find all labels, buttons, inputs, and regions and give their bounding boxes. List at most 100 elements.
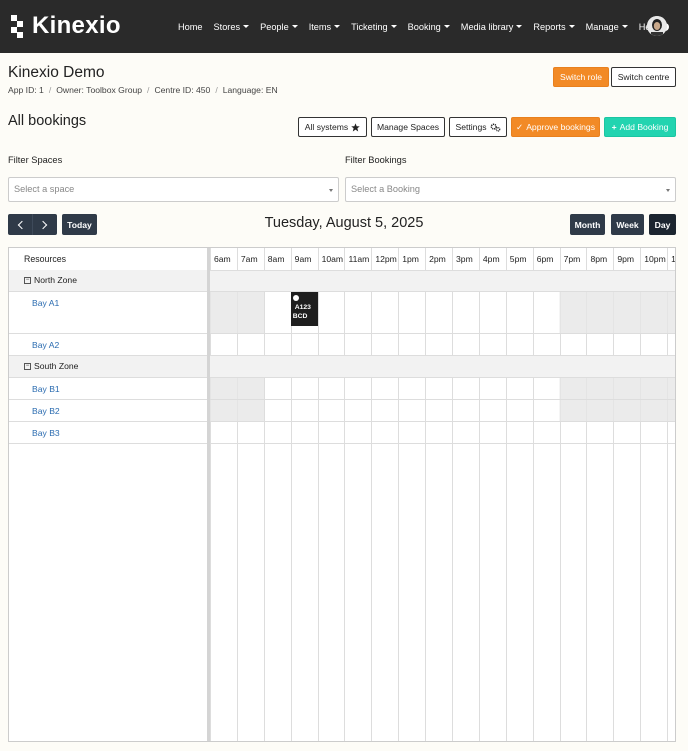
nav-item-label: Media library bbox=[460, 21, 514, 32]
time-slot-header: 5pm bbox=[505, 248, 533, 270]
time-slot-header: 9am bbox=[290, 248, 318, 270]
resource-group[interactable]: − South Zone bbox=[9, 356, 207, 378]
time-slot-header: 9pm bbox=[613, 248, 640, 270]
nav-item-label: Home bbox=[178, 21, 203, 32]
resources-header: Resources bbox=[9, 248, 207, 271]
booking-select-placeholder: Select a Booking bbox=[351, 184, 420, 194]
brand-logo[interactable]: Kinexio bbox=[11, 12, 121, 40]
resource-row: Bay B1 bbox=[9, 378, 207, 400]
all-systems-button[interactable]: All systems bbox=[298, 117, 367, 137]
timeline-row[interactable] bbox=[210, 400, 675, 422]
caret-down-icon bbox=[568, 25, 575, 28]
nav-item-label: Manage bbox=[585, 21, 619, 32]
switch-role-button[interactable]: Switch role bbox=[553, 67, 609, 87]
resource-row: Bay A2 bbox=[9, 334, 207, 356]
time-slot-header: 2pm bbox=[425, 248, 452, 270]
time-header: 6am 7am 8am 9am 10am 11am 12pm 1pm 2pm 3pm 4pm 5pm 6… bbox=[210, 248, 675, 271]
timeline: 6am 7am 8am 9am 10am 11am 12pm 1pm 2pm 3pm 4pm 5pm 6… bbox=[210, 248, 675, 741]
caret-down-icon bbox=[334, 25, 341, 28]
space-select[interactable]: Select a space bbox=[8, 177, 339, 202]
page-title: Kinexio Demo bbox=[8, 64, 105, 81]
event-status-dot bbox=[292, 295, 299, 301]
resource-label[interactable]: Bay B1 bbox=[32, 384, 60, 394]
time-slot-header: 3pm bbox=[452, 248, 479, 270]
caret-down-icon bbox=[390, 25, 397, 28]
space-select-placeholder: Select a space bbox=[14, 184, 75, 194]
booking-select[interactable]: Select a Booking bbox=[345, 177, 676, 202]
resource-label[interactable]: Bay B3 bbox=[32, 428, 60, 438]
nav-item-people[interactable]: People bbox=[260, 22, 298, 32]
timeline-row[interactable] bbox=[210, 422, 675, 444]
resource-row: Bay B3 bbox=[9, 422, 207, 444]
nav-item-items[interactable]: Items bbox=[309, 22, 341, 32]
plus-icon: + bbox=[611, 122, 617, 132]
nav-item-home[interactable]: Home bbox=[178, 22, 203, 32]
gears-icon bbox=[490, 123, 500, 132]
week-view-button[interactable]: Week bbox=[611, 214, 644, 235]
time-slot-header: 7am bbox=[236, 248, 264, 270]
user-avatar[interactable] bbox=[647, 16, 667, 36]
caret-down-icon bbox=[443, 25, 450, 28]
chevron-down-icon bbox=[329, 189, 333, 192]
timeline-row[interactable] bbox=[210, 334, 675, 356]
nav-item-label: Stores bbox=[213, 21, 241, 32]
event-title-line1: A123 bbox=[294, 304, 311, 311]
time-slot-header: 10am bbox=[317, 248, 345, 270]
time-slot-header: 8pm bbox=[586, 248, 613, 270]
time-slot-header: 1pm bbox=[398, 248, 425, 270]
caret-down-icon bbox=[243, 25, 250, 28]
add-booking-button[interactable]: + Add Booking bbox=[604, 117, 676, 137]
meta-centre-id: Centre ID: 450 bbox=[154, 85, 211, 95]
nav-item-ticketing[interactable]: Ticketing bbox=[351, 21, 397, 32]
resource-group[interactable]: − North Zone bbox=[9, 270, 207, 292]
switch-centre-button[interactable]: Switch centre bbox=[611, 67, 676, 87]
logo-mark-icon bbox=[11, 14, 28, 38]
nav-item-label: Booking bbox=[407, 21, 441, 32]
resource-label[interactable]: Bay A2 bbox=[32, 340, 59, 350]
resource-label[interactable]: Bay A1 bbox=[32, 298, 59, 308]
timeline-row[interactable] bbox=[210, 356, 675, 378]
time-slot-header: 4pm bbox=[478, 248, 506, 270]
day-view-button[interactable]: Day bbox=[649, 214, 676, 235]
manage-spaces-button[interactable]: Manage Spaces bbox=[371, 117, 445, 137]
meta-app-id: App ID: 1 bbox=[8, 85, 44, 95]
time-slot-header: 11am bbox=[344, 248, 371, 270]
settings-button[interactable]: Settings bbox=[449, 117, 507, 137]
nav-item-reports[interactable]: Reports bbox=[533, 22, 575, 32]
time-slot-header: 6am bbox=[210, 248, 237, 270]
brand-name: Kinexio bbox=[32, 12, 121, 39]
check-icon: ✓ bbox=[516, 121, 524, 132]
time-slot-header: 7pm bbox=[559, 248, 587, 270]
settings-label: Settings bbox=[455, 122, 487, 132]
timeline-row[interactable] bbox=[210, 292, 675, 334]
time-slot-header: 6pm bbox=[532, 248, 560, 270]
resource-label: South Zone bbox=[34, 361, 79, 371]
approve-bookings-button[interactable]: ✓ Approve bookings bbox=[511, 117, 600, 137]
nav-menu: Home Stores People Items Ticketing Booking Med… bbox=[178, 0, 680, 53]
caret-down-icon bbox=[516, 25, 523, 28]
month-view-button[interactable]: Month bbox=[570, 214, 605, 235]
time-slot-header: 8am bbox=[263, 248, 291, 270]
resource-label[interactable]: Bay B2 bbox=[32, 406, 60, 416]
caret-down-icon bbox=[291, 25, 298, 28]
nav-item-manage[interactable]: Manage bbox=[586, 22, 628, 32]
nav-item-label: People bbox=[260, 21, 289, 32]
nav-item-media-library[interactable]: Media library bbox=[461, 22, 523, 32]
all-systems-label: All systems bbox=[304, 122, 349, 132]
resource-label: North Zone bbox=[34, 275, 77, 285]
resource-scheduler: Resources − North Zone Bay A1 Bay A2− South … bbox=[8, 247, 676, 742]
nav-item-label: Ticketing bbox=[351, 21, 388, 32]
collapse-toggle-icon[interactable]: − bbox=[24, 363, 31, 371]
timeline-row[interactable] bbox=[210, 378, 675, 400]
timeline-row[interactable] bbox=[210, 270, 675, 292]
resource-row: Bay B2 bbox=[9, 400, 207, 422]
meta-language: Language: EN bbox=[222, 85, 278, 95]
time-slot-header: 12pm bbox=[371, 248, 398, 270]
nav-item-stores[interactable]: Stores bbox=[214, 22, 250, 32]
booking-event[interactable]: A123 BCD bbox=[290, 292, 318, 326]
caret-down-icon bbox=[621, 25, 628, 28]
collapse-toggle-icon[interactable]: − bbox=[24, 277, 31, 285]
nav-item-booking[interactable]: Booking bbox=[408, 22, 450, 32]
time-slot-header: 10pm bbox=[640, 248, 667, 270]
meta-owner: Owner: Toolbox Group bbox=[56, 85, 143, 95]
